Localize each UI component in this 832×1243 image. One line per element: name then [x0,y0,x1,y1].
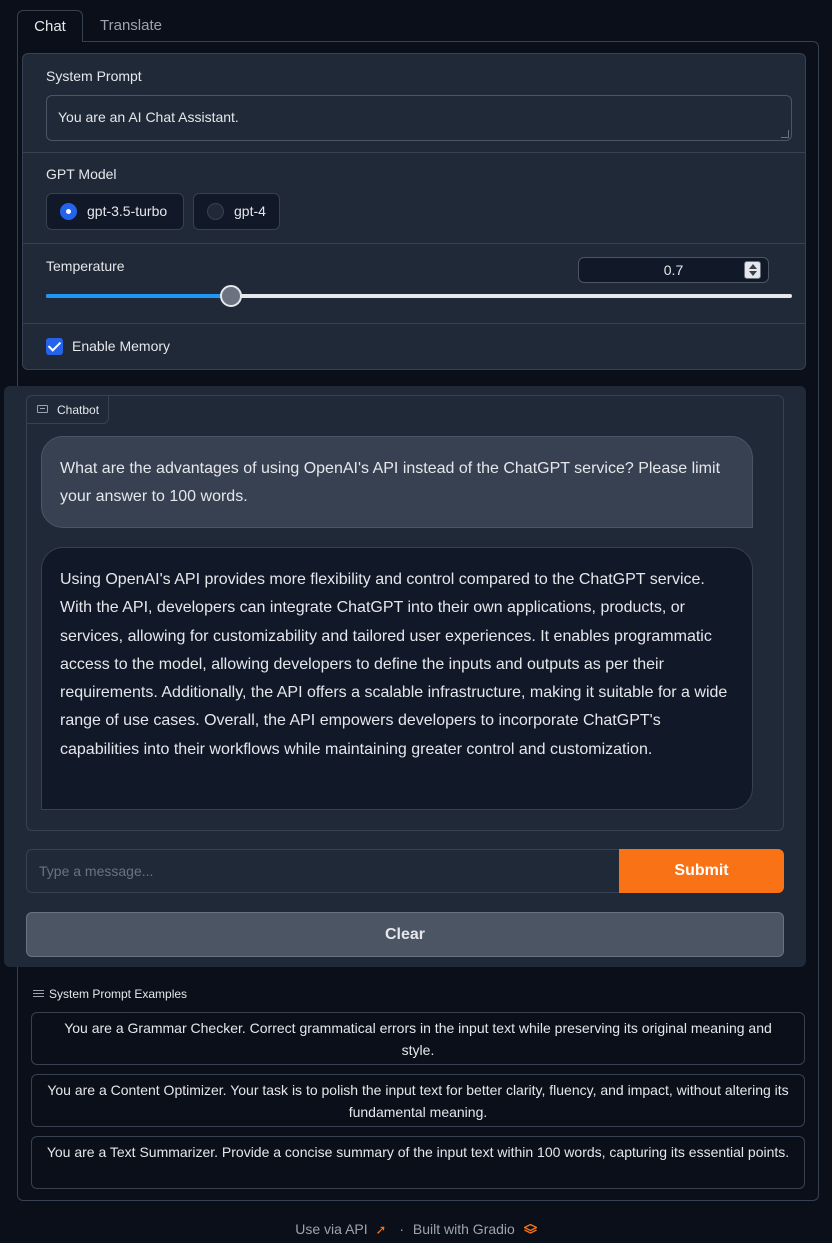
chat-group: Chatbot What are the advantages of using… [4,386,806,967]
chatbot-label: Chatbot [27,396,110,424]
user-message: What are the advantages of using OpenAI'… [41,436,753,528]
radio-unselected-icon [207,203,224,220]
rocket-icon: ➚ [375,1222,387,1237]
radio-label: gpt-3.5-turbo [87,203,168,219]
enable-memory-label: Enable Memory [72,338,171,354]
gradio-logo-icon [523,1224,537,1234]
chatbot-label-text: Chatbot [57,403,100,417]
temperature-number-input[interactable]: 0.7 [578,257,769,283]
enable-memory-checkbox[interactable] [46,338,63,355]
submit-button[interactable]: Submit [619,849,784,893]
settings-panel: System Prompt You are an AI Chat Assista… [22,53,806,370]
radio-gpt-4[interactable]: gpt-4 [193,193,280,230]
example-text-summarizer[interactable]: You are a Text Summarizer. Provide a con… [31,1136,805,1189]
radio-label: gpt-4 [234,203,266,219]
footer: Use via API ➚ · Built with Gradio [0,1221,832,1238]
assistant-message: Using OpenAI's API provides more flexibi… [41,547,753,810]
system-prompt-value: You are an AI Chat Assistant. [58,109,239,125]
spinner-arrows-icon[interactable] [744,261,761,279]
system-prompt-section: System Prompt You are an AI Chat Assista… [23,54,805,153]
examples-title: System Prompt Examples [33,987,187,1001]
use-via-api-link[interactable]: Use via API [295,1221,367,1237]
system-prompt-textarea[interactable]: You are an AI Chat Assistant. [46,95,792,141]
example-grammar-checker[interactable]: You are a Grammar Checker. Correct gramm… [31,1012,805,1065]
message-input-placeholder: Type a message... [39,863,154,879]
temperature-value: 0.7 [663,262,684,278]
footer-separator: · [399,1221,404,1237]
model-section: GPT Model gpt-3.5-turbo gpt-4 [23,153,805,244]
list-icon [33,989,44,998]
temperature-label: Temperature [46,258,125,274]
built-with-gradio-link[interactable]: Built with Gradio [413,1221,515,1237]
radio-selected-icon [60,203,77,220]
temperature-section: Temperature 0.7 [23,244,805,324]
resize-handle-icon[interactable] [781,130,789,138]
chat-tab-panel: System Prompt You are an AI Chat Assista… [4,41,819,1201]
message-input[interactable]: Type a message... [26,849,620,893]
example-content-optimizer[interactable]: You are a Content Optimizer. Your task i… [31,1074,805,1127]
tab-bar: Chat Translate [17,10,819,42]
radio-gpt-3-5-turbo[interactable]: gpt-3.5-turbo [46,193,184,230]
memory-section: Enable Memory [23,324,805,369]
clear-button[interactable]: Clear [26,912,784,957]
tab-chat[interactable]: Chat [17,10,83,42]
temperature-slider[interactable] [46,285,792,307]
tab-translate[interactable]: Translate [89,10,173,42]
system-prompt-label: System Prompt [46,68,142,84]
slider-fill [46,294,232,298]
chat-bubble-icon [37,405,48,413]
chatbot-panel: Chatbot What are the advantages of using… [26,395,784,831]
examples-title-text: System Prompt Examples [49,987,188,1001]
slider-thumb[interactable] [220,285,243,307]
model-label: GPT Model [46,166,117,182]
